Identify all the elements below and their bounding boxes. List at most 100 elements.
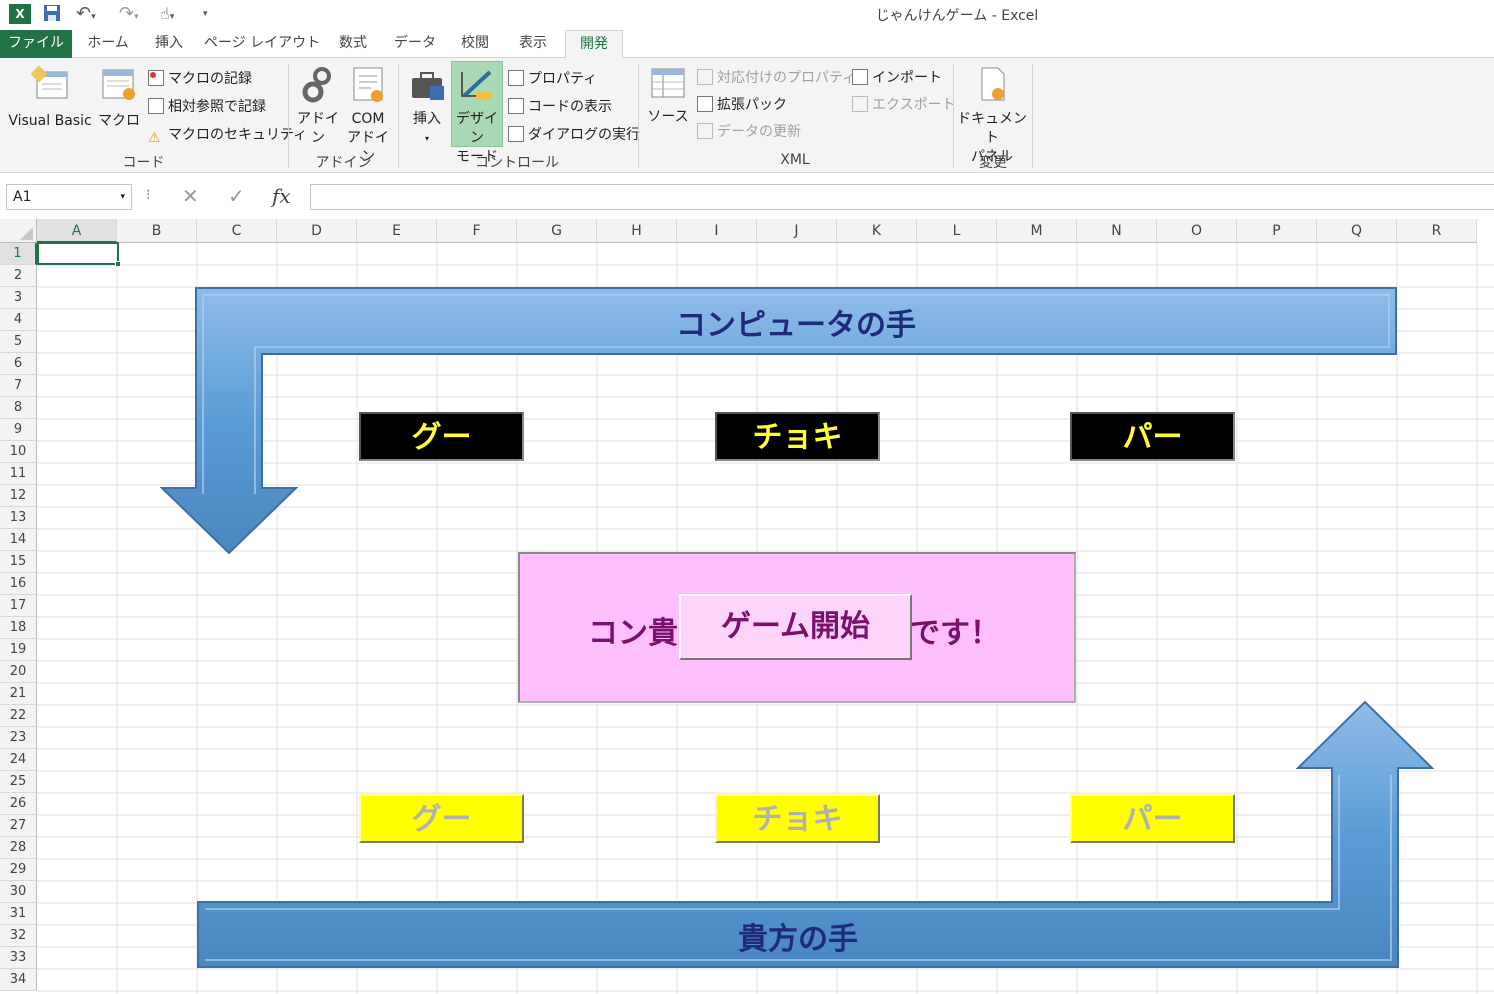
row-header[interactable]: 10 <box>0 441 37 463</box>
formula-input[interactable] <box>310 184 1494 210</box>
macro-security-label: マクロのセキュリティ <box>168 127 308 143</box>
row-header[interactable]: 17 <box>0 595 37 617</box>
column-header[interactable]: L <box>917 219 997 243</box>
row-header[interactable]: 30 <box>0 881 37 903</box>
row-header[interactable]: 4 <box>0 309 37 331</box>
row-header[interactable]: 33 <box>0 947 37 969</box>
view-code-button[interactable]: コードの表示 <box>508 96 612 116</box>
computer-goo-button[interactable]: グー <box>359 412 524 461</box>
row-header[interactable]: 9 <box>0 419 37 441</box>
tab-page-layout[interactable]: ページ レイアウト <box>203 30 321 58</box>
player-choki-button[interactable]: チョキ <box>715 794 880 843</box>
addin-button[interactable]: アドイン <box>292 66 344 148</box>
visual-basic-button[interactable]: Visual Basic <box>4 65 96 131</box>
row-header[interactable]: 18 <box>0 617 37 639</box>
column-header[interactable]: O <box>1157 219 1237 243</box>
start-game-button[interactable]: ゲーム開始 <box>679 594 912 660</box>
row-header[interactable]: 20 <box>0 661 37 683</box>
column-header[interactable]: P <box>1237 219 1317 243</box>
column-header[interactable]: J <box>757 219 837 243</box>
row-header[interactable]: 32 <box>0 925 37 947</box>
tab-insert[interactable]: 挿入 <box>146 30 192 58</box>
row-header[interactable]: 23 <box>0 727 37 749</box>
row-header[interactable]: 26 <box>0 793 37 815</box>
column-header[interactable]: B <box>117 219 197 243</box>
map-properties-button[interactable]: 対応付けのプロパティ <box>697 67 856 87</box>
macro-button[interactable]: マクロ <box>98 66 140 131</box>
row-header[interactable]: 11 <box>0 463 37 485</box>
design-mode-button[interactable]: デザイン モード <box>451 61 503 165</box>
column-header[interactable]: D <box>277 219 357 243</box>
insert-function-icon[interactable]: fx <box>272 184 291 208</box>
column-header[interactable]: I <box>677 219 757 243</box>
macro-security-button[interactable]: ⚠ マクロのセキュリティ <box>148 124 307 146</box>
run-dialog-icon <box>508 126 524 142</box>
column-header[interactable]: C <box>197 219 277 243</box>
row-header[interactable]: 34 <box>0 969 37 991</box>
source-button[interactable]: ソース <box>644 66 692 127</box>
column-header[interactable]: H <box>597 219 677 243</box>
record-macro-button[interactable]: マクロの記録 <box>148 68 252 88</box>
tab-home[interactable]: ホーム <box>80 30 136 58</box>
select-all-corner[interactable] <box>0 219 37 243</box>
relative-ref-button[interactable]: 相対参照で記録 <box>148 96 266 116</box>
row-header[interactable]: 12 <box>0 485 37 507</box>
export-button[interactable]: エクスポート <box>852 94 956 114</box>
column-header[interactable]: E <box>357 219 437 243</box>
properties-button[interactable]: プロパティ <box>508 68 597 88</box>
column-header[interactable]: A <box>37 219 117 243</box>
row-header[interactable]: 19 <box>0 639 37 661</box>
column-header[interactable]: K <box>837 219 917 243</box>
tab-developer[interactable]: 開発 <box>565 30 623 59</box>
name-box[interactable]: A1 ▾ <box>6 184 132 210</box>
row-header[interactable]: 31 <box>0 903 37 925</box>
row-header[interactable]: 27 <box>0 815 37 837</box>
expansion-packs-button[interactable]: 拡張パック <box>697 94 787 114</box>
row-header[interactable]: 8 <box>0 397 37 419</box>
computer-paa-button[interactable]: パー <box>1070 412 1235 461</box>
row-header[interactable]: 22 <box>0 705 37 727</box>
row-header[interactable]: 1 <box>0 243 37 265</box>
row-header[interactable]: 13 <box>0 507 37 529</box>
column-header[interactable]: M <box>997 219 1077 243</box>
import-button[interactable]: インポート <box>852 67 942 87</box>
row-header[interactable]: 7 <box>0 375 37 397</box>
player-goo-button[interactable]: グー <box>359 794 524 843</box>
row-header[interactable]: 21 <box>0 683 37 705</box>
computer-choki-button[interactable]: チョキ <box>715 412 880 461</box>
selected-cell-a1[interactable] <box>37 242 121 267</box>
row-header[interactable]: 15 <box>0 551 37 573</box>
tab-view[interactable]: 表示 <box>510 30 556 58</box>
row-header[interactable]: 29 <box>0 859 37 881</box>
row-header[interactable]: 24 <box>0 749 37 771</box>
tab-review[interactable]: 校閲 <box>452 30 498 58</box>
column-header[interactable]: Q <box>1317 219 1397 243</box>
cancel-icon[interactable]: ✕ <box>182 184 199 208</box>
more-icon[interactable]: ⁝ <box>146 187 150 203</box>
row-header[interactable]: 3 <box>0 287 37 309</box>
chevron-down-icon[interactable]: ▾ <box>120 185 125 209</box>
tab-formulas[interactable]: 数式 <box>330 30 376 58</box>
row-header[interactable]: 2 <box>0 265 37 287</box>
row-header[interactable]: 28 <box>0 837 37 859</box>
row-header[interactable]: 5 <box>0 331 37 353</box>
row-header[interactable]: 16 <box>0 573 37 595</box>
column-header[interactable]: F <box>437 219 517 243</box>
tab-data[interactable]: データ <box>388 30 442 58</box>
enter-icon[interactable]: ✓ <box>228 184 245 208</box>
column-header[interactable]: N <box>1077 219 1157 243</box>
column-header[interactable]: R <box>1397 219 1477 243</box>
visual-basic-icon <box>30 65 68 99</box>
run-dialog-button[interactable]: ダイアログの実行 <box>508 124 640 144</box>
name-box-value: A1 <box>13 189 32 205</box>
column-header[interactable]: G <box>517 219 597 243</box>
insert-control-button[interactable]: 挿入 ▾ <box>404 66 450 148</box>
row-header[interactable]: 25 <box>0 771 37 793</box>
tab-file[interactable]: ファイル <box>0 30 72 58</box>
fill-handle[interactable] <box>115 261 121 267</box>
refresh-data-button[interactable]: データの更新 <box>697 121 801 141</box>
row-header[interactable]: 14 <box>0 529 37 551</box>
view-code-label: コードの表示 <box>528 99 612 115</box>
player-paa-button[interactable]: パー <box>1070 794 1235 843</box>
row-header[interactable]: 6 <box>0 353 37 375</box>
